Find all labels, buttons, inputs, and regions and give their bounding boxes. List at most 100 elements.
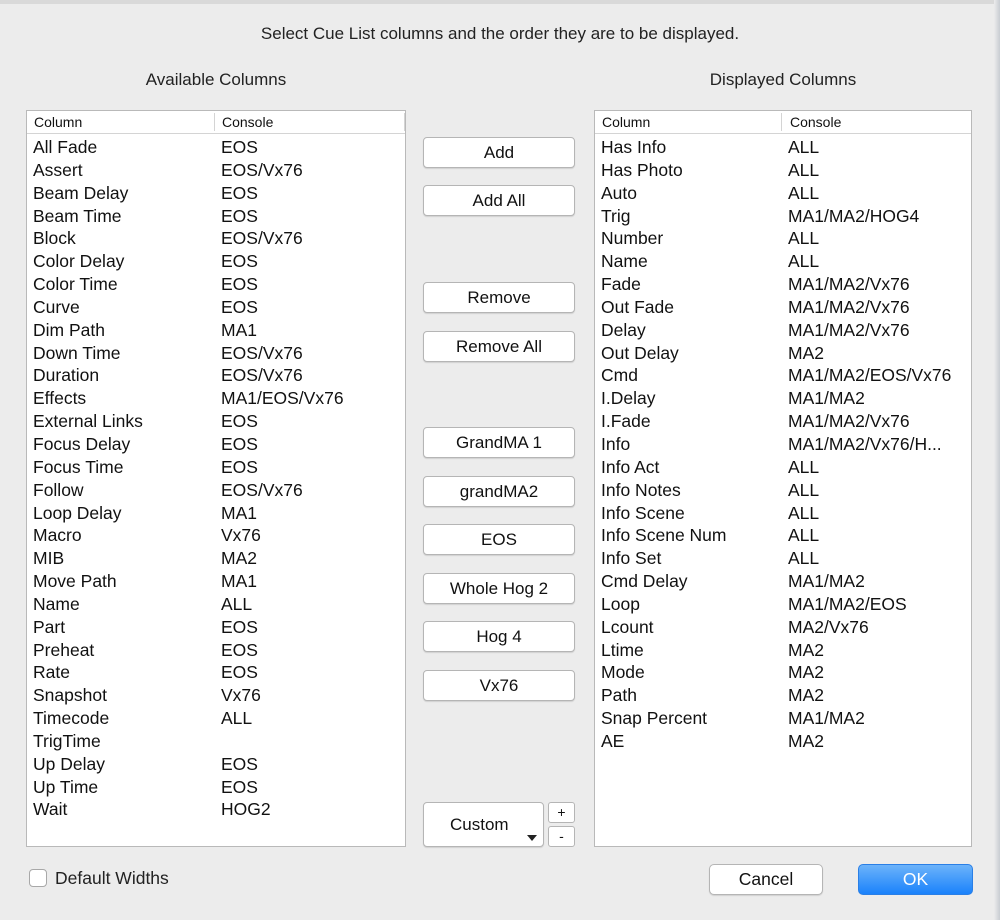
column-name-cell: Timecode (33, 708, 110, 729)
table-row[interactable]: All Fade EOS (27, 136, 405, 159)
console-cell: MA1/MA2/EOS/Vx76 (788, 365, 952, 386)
column-name-cell: MIB (33, 548, 65, 569)
table-row[interactable]: Dim Path MA1 (27, 319, 405, 342)
add-custom-preset-button[interactable]: + (548, 802, 575, 823)
table-row[interactable]: Cmd MA1/MA2/EOS/Vx76 (595, 364, 971, 387)
grandma2-preset-button[interactable]: grandMA2 (423, 476, 575, 507)
table-row[interactable]: Info Notes ALL (595, 479, 971, 502)
add-button[interactable]: Add (423, 137, 575, 168)
remove-button[interactable]: Remove (423, 282, 575, 313)
eos-preset-button[interactable]: EOS (423, 524, 575, 555)
column-name-cell: AE (601, 730, 625, 751)
table-row[interactable]: Duration EOS/Vx76 (27, 364, 405, 387)
table-row[interactable]: I.Fade MA1/MA2/Vx76 (595, 410, 971, 433)
console-header[interactable]: Console (222, 114, 273, 130)
table-row[interactable]: Ltime MA2 (595, 639, 971, 662)
table-row[interactable]: Out Delay MA2 (595, 342, 971, 365)
table-row[interactable]: External Links EOS (27, 410, 405, 433)
default-widths-label[interactable]: Default Widths (55, 868, 169, 889)
table-row[interactable]: Has Info ALL (595, 136, 971, 159)
table-row[interactable]: Curve EOS (27, 296, 405, 319)
table-row[interactable]: Block EOS/Vx76 (27, 227, 405, 250)
table-row[interactable]: Trig MA1/MA2/HOG4 (595, 205, 971, 228)
table-row[interactable]: Up Delay EOS (27, 753, 405, 776)
custom-preset-popup[interactable]: Custom (423, 802, 544, 847)
console-cell: MA1/MA2 (788, 388, 865, 409)
table-row[interactable]: Beam Delay EOS (27, 182, 405, 205)
table-row[interactable]: Number ALL (595, 227, 971, 250)
console-cell: ALL (788, 182, 820, 203)
table-row[interactable]: Color Delay EOS (27, 250, 405, 273)
custom-preset-label: Custom (450, 815, 509, 834)
table-row[interactable]: Delay MA1/MA2/Vx76 (595, 319, 971, 342)
table-row[interactable]: Has Photo ALL (595, 159, 971, 182)
table-row[interactable]: Info MA1/MA2/Vx76/H... (595, 433, 971, 456)
table-row[interactable]: Mode MA2 (595, 661, 971, 684)
console-header[interactable]: Console (790, 114, 841, 130)
table-row[interactable]: Macro Vx76 (27, 524, 405, 547)
displayed-columns-table[interactable]: Column Console Has Info ALL Has Photo ALL Au… (594, 110, 972, 847)
table-row[interactable]: I.Delay MA1/MA2 (595, 387, 971, 410)
table-row[interactable]: Lcount MA2/Vx76 (595, 616, 971, 639)
remove-all-button[interactable]: Remove All (423, 331, 575, 362)
whole-hog2-preset-button[interactable]: Whole Hog 2 (423, 573, 575, 604)
table-row[interactable]: Cmd Delay MA1/MA2 (595, 570, 971, 593)
console-cell: EOS (221, 251, 258, 272)
column-divider[interactable] (781, 113, 782, 131)
table-row[interactable]: Auto ALL (595, 182, 971, 205)
column-name-cell: Beam Delay (33, 182, 129, 203)
default-widths-checkbox[interactable] (29, 869, 47, 887)
table-row[interactable]: Focus Time EOS (27, 456, 405, 479)
column-header[interactable]: Column (602, 114, 650, 130)
console-cell: MA1 (221, 502, 257, 523)
table-row[interactable]: TrigTime (27, 730, 405, 753)
table-row[interactable]: Rate EOS (27, 661, 405, 684)
table-row[interactable]: Focus Delay EOS (27, 433, 405, 456)
table-row[interactable]: MIB MA2 (27, 547, 405, 570)
column-name-cell: Info Scene Num (601, 525, 727, 546)
column-name-cell: Down Time (33, 342, 121, 363)
instruction-text: Select Cue List columns and the order th… (260, 24, 740, 43)
table-row[interactable]: Wait HOG2 (27, 798, 405, 821)
hog4-preset-button[interactable]: Hog 4 (423, 621, 575, 652)
vx76-preset-button[interactable]: Vx76 (423, 670, 575, 701)
table-row[interactable]: Name ALL (595, 250, 971, 273)
table-row[interactable]: Loop Delay MA1 (27, 502, 405, 525)
grandma1-preset-button[interactable]: GrandMA 1 (423, 427, 575, 458)
available-columns-table[interactable]: Column Console All Fade EOS Assert EOS/Vx76… (26, 110, 406, 847)
table-row[interactable]: Name ALL (27, 593, 405, 616)
console-cell: Vx76 (221, 685, 261, 706)
cancel-button[interactable]: Cancel (709, 864, 823, 895)
table-row[interactable]: Loop MA1/MA2/EOS (595, 593, 971, 616)
table-row[interactable]: Info Act ALL (595, 456, 971, 479)
console-cell: MA2/Vx76 (788, 616, 869, 637)
remove-custom-preset-button[interactable]: - (548, 826, 575, 847)
table-row[interactable]: AE MA2 (595, 730, 971, 753)
table-row[interactable]: Snap Percent MA1/MA2 (595, 707, 971, 730)
table-row[interactable]: Part EOS (27, 616, 405, 639)
table-row[interactable]: Snapshot Vx76 (27, 684, 405, 707)
table-row[interactable]: Timecode ALL (27, 707, 405, 730)
table-row[interactable]: Up Time EOS (27, 776, 405, 799)
table-row[interactable]: Effects MA1/EOS/Vx76 (27, 387, 405, 410)
table-row[interactable]: Info Scene Num ALL (595, 524, 971, 547)
table-row[interactable]: Preheat EOS (27, 639, 405, 662)
add-all-button[interactable]: Add All (423, 185, 575, 216)
column-header[interactable]: Column (34, 114, 82, 130)
table-row[interactable]: Path MA2 (595, 684, 971, 707)
column-name-cell: Follow (33, 479, 84, 500)
table-row[interactable]: Fade MA1/MA2/Vx76 (595, 273, 971, 296)
column-name-cell: Block (33, 228, 76, 249)
column-divider[interactable] (214, 113, 215, 131)
table-row[interactable]: Info Set ALL (595, 547, 971, 570)
table-row[interactable]: Color Time EOS (27, 273, 405, 296)
ok-button[interactable]: OK (858, 864, 973, 895)
table-row[interactable]: Assert EOS/Vx76 (27, 159, 405, 182)
table-row[interactable]: Beam Time EOS (27, 205, 405, 228)
table-row[interactable]: Follow EOS/Vx76 (27, 479, 405, 502)
table-row[interactable]: Move Path MA1 (27, 570, 405, 593)
table-row[interactable]: Down Time EOS/Vx76 (27, 342, 405, 365)
table-row[interactable]: Info Scene ALL (595, 502, 971, 525)
column-name-cell: Color Delay (33, 251, 125, 272)
table-row[interactable]: Out Fade MA1/MA2/Vx76 (595, 296, 971, 319)
